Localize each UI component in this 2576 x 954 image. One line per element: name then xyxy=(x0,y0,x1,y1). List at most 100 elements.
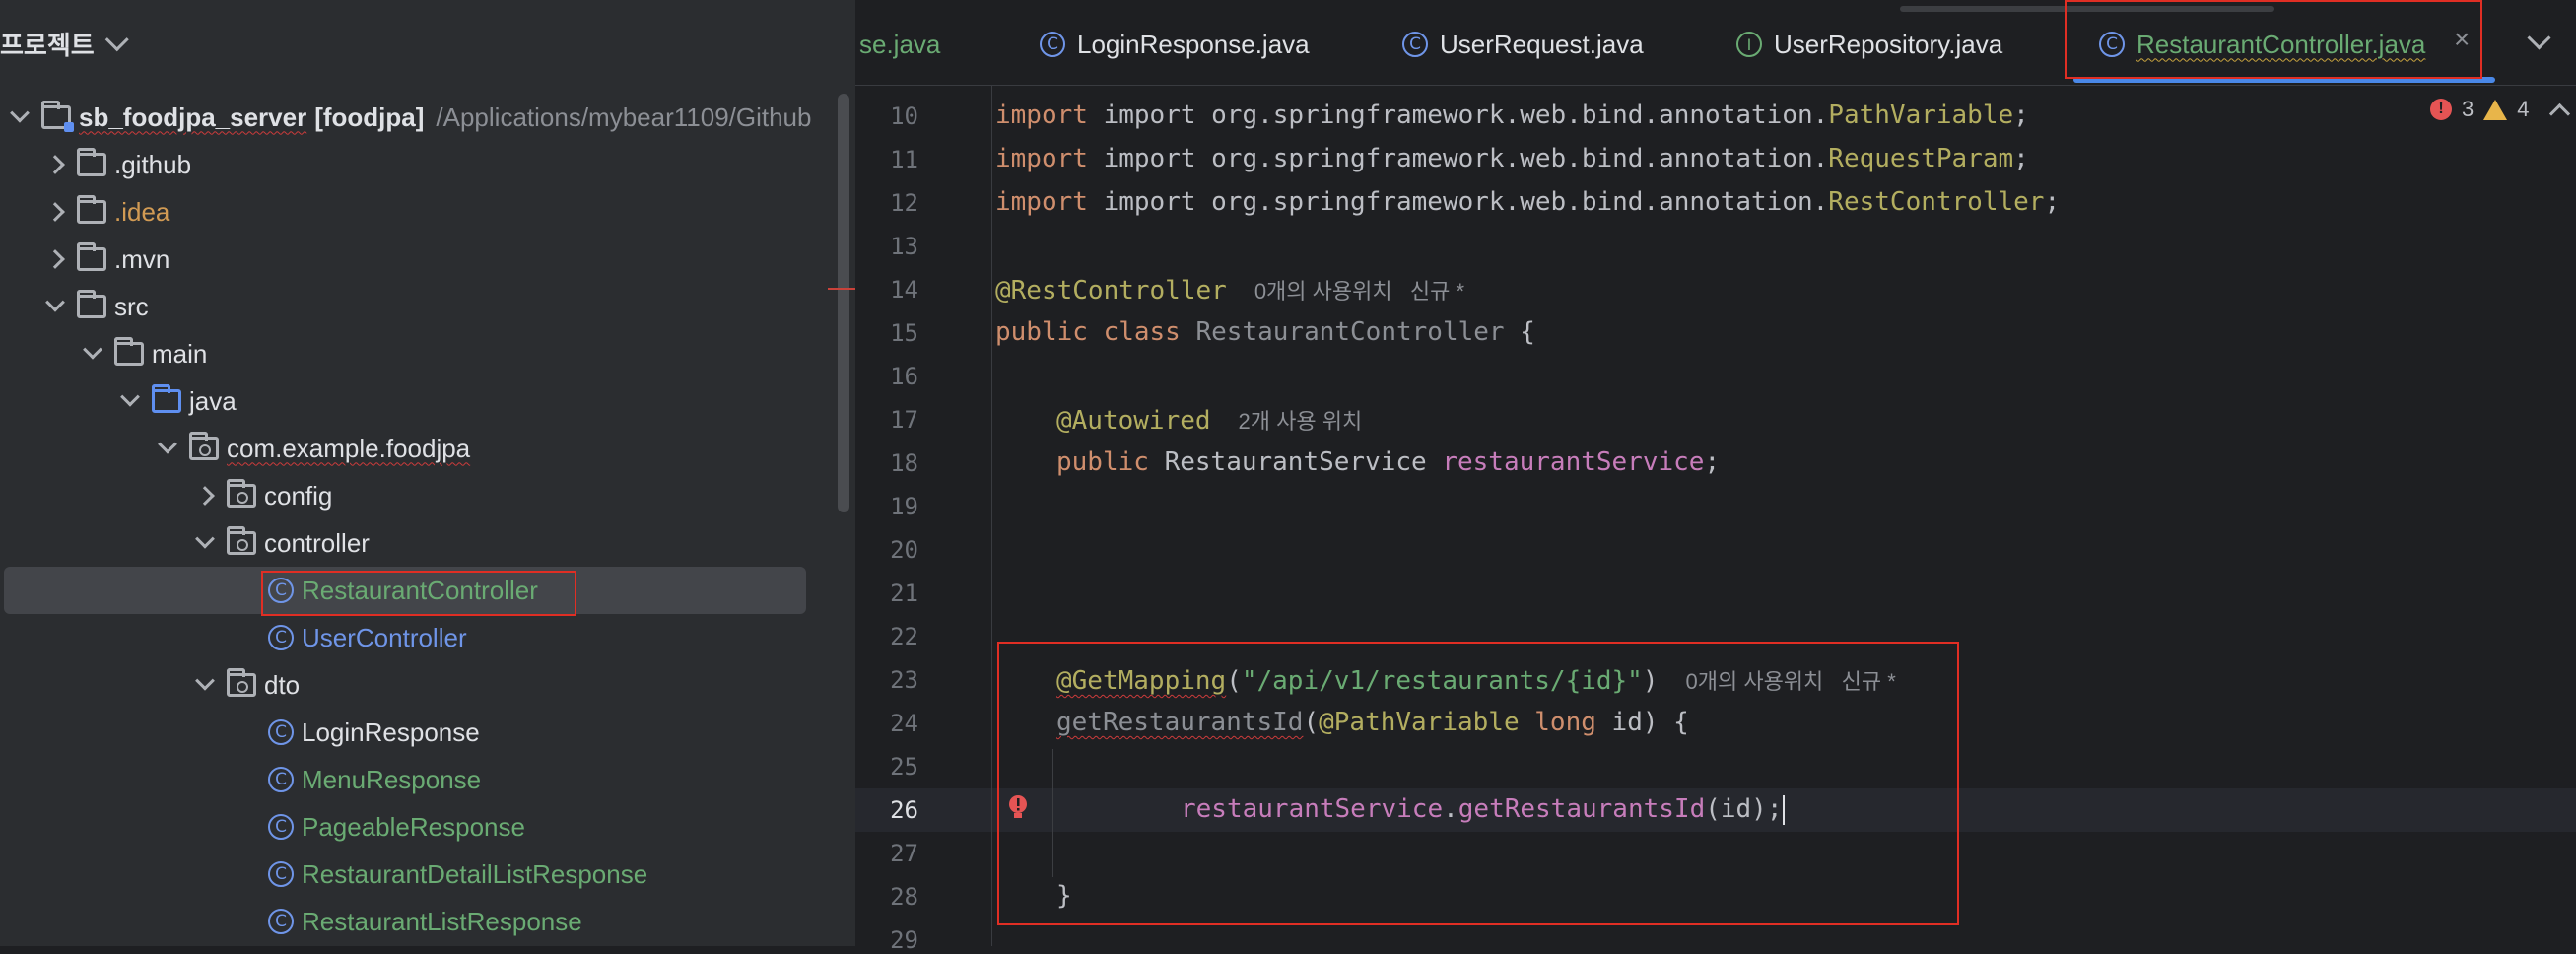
warning-icon xyxy=(2483,99,2508,120)
tree-item-usercontroller[interactable]: C UserController xyxy=(0,614,855,661)
change-marker xyxy=(828,288,857,290)
tree-item-label: com.example.foodjpa xyxy=(227,433,471,463)
tree-item-pageableresponse[interactable]: C PageableResponse xyxy=(0,803,855,851)
folder-icon xyxy=(77,290,106,318)
tree-item-restaurantlistresponse[interactable]: C RestaurantListResponse xyxy=(0,898,855,945)
class-icon: C xyxy=(1040,32,1065,57)
tree-item-label: MenuResponse xyxy=(302,764,482,794)
keyword-token: public xyxy=(1056,447,1165,477)
tree-item-label: RestaurantListResponse xyxy=(302,906,582,936)
line-number: 13 xyxy=(890,233,918,260)
code-token: RequestParam xyxy=(1828,144,2014,173)
tab-label: UserRequest.java xyxy=(1440,29,1644,59)
editor: se.java C LoginResponse.java C UserReque… xyxy=(855,0,2576,954)
keyword-token: public class xyxy=(995,317,1196,347)
warning-count: 4 xyxy=(2517,97,2530,121)
code-line[interactable]: @RestController 0개의 사용위치 신규 * xyxy=(995,274,1464,306)
chevron-down-icon[interactable] xyxy=(152,433,183,464)
code-line[interactable]: import import org.springframework.web.bi… xyxy=(995,144,2029,173)
code-line[interactable]: import import org.springframework.web.bi… xyxy=(995,101,2029,130)
gutter-divider xyxy=(991,85,992,946)
tree-item-mvn[interactable]: .mvn xyxy=(0,236,855,283)
tree-item-src[interactable]: src xyxy=(0,283,855,330)
tab-loginresponse[interactable]: C LoginResponse.java xyxy=(1038,22,1310,67)
tree-item-label: src xyxy=(114,291,149,321)
tree-item-label: dto xyxy=(264,669,301,700)
chevron-down-icon[interactable] xyxy=(39,291,71,322)
code-line[interactable]: @Autowired 2개 사용 위치 xyxy=(1056,404,1362,436)
tree-item-label: main xyxy=(152,338,208,369)
tree-item-label: .idea xyxy=(114,196,170,227)
tree-item-label: java xyxy=(189,385,237,416)
project-view-selector[interactable]: 프로젝트 xyxy=(0,14,129,73)
tab-userrepository[interactable]: I UserRepository.java xyxy=(1736,22,2002,67)
inspection-widget[interactable]: ! 3 4 xyxy=(2430,97,2530,122)
tree-item-github[interactable]: .github xyxy=(0,141,855,188)
line-number: 16 xyxy=(890,363,918,390)
project-scrollbar[interactable] xyxy=(838,94,849,512)
tree-item-package[interactable]: com.example.foodjpa xyxy=(0,425,855,472)
class-icon: C xyxy=(268,625,294,650)
tree-item-controller[interactable]: controller xyxy=(0,519,855,567)
tree-item-label: config xyxy=(264,480,333,511)
field-token: restaurantService xyxy=(1442,447,1705,477)
tree-item-main[interactable]: main xyxy=(0,330,855,377)
highlight-box xyxy=(261,571,576,616)
code-line[interactable]: import import org.springframework.web.bi… xyxy=(995,187,2060,217)
code-token: { xyxy=(1504,317,1535,347)
line-number: 20 xyxy=(890,536,918,564)
root-path: /Applications/mybear1109/Github xyxy=(436,102,812,132)
tree-item-label: controller xyxy=(264,527,370,558)
tree-item-menuresponse[interactable]: C MenuResponse xyxy=(0,756,855,803)
tree-item-label: RestaurantDetailListResponse xyxy=(302,858,648,889)
source-folder-icon xyxy=(152,384,181,413)
chevron-up-icon[interactable] xyxy=(2548,102,2571,125)
chevron-right-icon[interactable] xyxy=(189,480,221,511)
tree-root[interactable]: sb_foodjpa_server [foodjpa] /Application… xyxy=(0,94,855,141)
annotation-token: @Autowired xyxy=(1056,406,1211,436)
line-number: 22 xyxy=(890,623,918,650)
line-number: 19 xyxy=(890,493,918,520)
interface-icon: I xyxy=(1736,32,1762,57)
line-number: 29 xyxy=(890,926,918,954)
line-number: 11 xyxy=(890,146,918,173)
chevron-right-icon[interactable] xyxy=(39,149,71,180)
chevron-down-icon[interactable] xyxy=(189,527,221,559)
code-line[interactable]: public RestaurantService restaurantServi… xyxy=(1056,447,1720,477)
code-token: import xyxy=(995,101,1104,130)
tree-item-config[interactable]: config xyxy=(0,472,855,519)
code-token: RestController xyxy=(1828,187,2045,217)
tab-userrequest[interactable]: C UserRequest.java xyxy=(1400,22,1644,67)
folder-icon xyxy=(77,242,106,271)
line-number: 25 xyxy=(890,753,918,781)
chevron-down-icon[interactable] xyxy=(4,102,35,133)
code-token: import xyxy=(995,144,1104,173)
chevron-down-icon xyxy=(104,27,129,51)
folder-icon xyxy=(77,195,106,224)
tree-item-java[interactable]: java xyxy=(0,377,855,425)
chevron-right-icon[interactable] xyxy=(39,196,71,228)
tree-item-dto[interactable]: dto xyxy=(0,661,855,709)
usage-hint[interactable]: 0개의 사용위치 신규 * xyxy=(1254,279,1464,304)
chevron-right-icon[interactable] xyxy=(39,243,71,275)
tree-item-label: UserController xyxy=(302,622,467,652)
line-number: 18 xyxy=(890,449,918,477)
project-title: 프로젝트 xyxy=(0,30,95,60)
chevron-down-icon[interactable] xyxy=(2527,26,2551,50)
tree-item-idea[interactable]: .idea xyxy=(0,188,855,236)
code-token: PathVariable xyxy=(1828,101,2014,130)
tab-label: UserRepository.java xyxy=(1774,29,2003,59)
tree-item-loginresponse[interactable]: C LoginResponse xyxy=(0,709,855,756)
chevron-down-icon[interactable] xyxy=(114,385,146,417)
chevron-down-icon[interactable] xyxy=(77,338,108,370)
chevron-down-icon[interactable] xyxy=(189,669,221,701)
tree-item-restaurantdetaillistresponse[interactable]: C RestaurantDetailListResponse xyxy=(0,851,855,898)
code-token: ; xyxy=(1704,447,1721,477)
root-module: [foodjpa] xyxy=(314,102,425,132)
code-line[interactable]: public class RestaurantController { xyxy=(995,317,1535,347)
code-token: import org.springframework.web.bind.anno… xyxy=(1103,187,1829,217)
usage-hint[interactable]: 2개 사용 위치 xyxy=(1239,409,1363,434)
line-number: 21 xyxy=(890,579,918,607)
tree-item-label: PageableResponse xyxy=(302,811,525,842)
tab-partial[interactable]: se.java xyxy=(859,22,940,67)
